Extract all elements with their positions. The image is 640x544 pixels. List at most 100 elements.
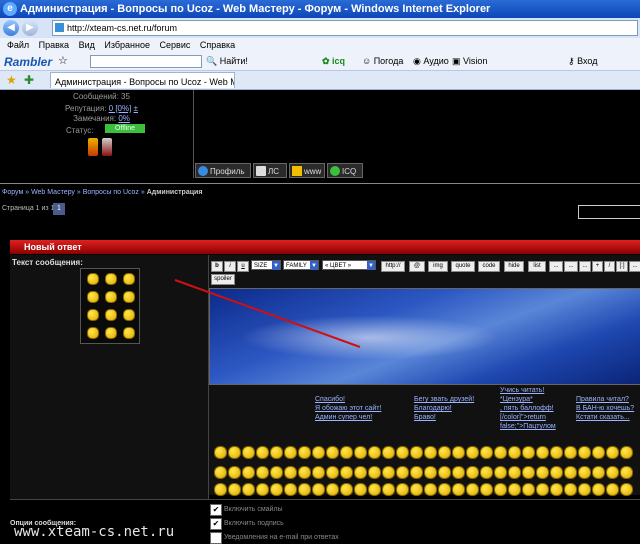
vision-button[interactable]: ▣ Vision: [452, 52, 487, 70]
emoticon-icon[interactable]: [410, 466, 423, 479]
smiley-icon[interactable]: [87, 327, 99, 339]
more-button[interactable]: ...: [629, 261, 640, 272]
phrase-link[interactable]: Админ супер чел!: [315, 413, 372, 422]
size-select[interactable]: SIZE: [251, 260, 281, 270]
emoticon-icon[interactable]: [354, 483, 367, 496]
smiley-icon[interactable]: [105, 291, 117, 303]
emoticon-icon[interactable]: [298, 466, 311, 479]
list-item-button[interactable]: ...: [549, 261, 563, 272]
emoticon-icon[interactable]: [214, 446, 227, 459]
emoticon-icon[interactable]: [606, 466, 619, 479]
color-select[interactable]: « ЦВЕТ »: [322, 260, 376, 270]
page-button[interactable]: 1: [53, 203, 65, 215]
smiley-icon[interactable]: [123, 291, 135, 303]
emoticon-icon[interactable]: [228, 446, 241, 459]
emoticon-icon[interactable]: [480, 483, 493, 496]
emoticon-icon[interactable]: [522, 483, 535, 496]
menu-view[interactable]: Вид: [79, 38, 95, 52]
phrase-link[interactable]: Я обожаю этот сайт!: [315, 404, 381, 413]
emoticon-icon[interactable]: [284, 483, 297, 496]
add-favorite-icon[interactable]: ✚: [24, 71, 34, 89]
smiley-icon[interactable]: [105, 273, 117, 285]
phrase-link[interactable]: Браво!: [414, 413, 436, 422]
login-button[interactable]: ⚷ Вход: [568, 52, 597, 70]
phrase-link[interactable]: Спасибо!: [315, 395, 345, 404]
emoticon-icon[interactable]: [340, 446, 353, 459]
emoticon-icon[interactable]: [522, 466, 535, 479]
emoticon-icon[interactable]: [326, 446, 339, 459]
img-button[interactable]: img: [428, 261, 448, 272]
crumb-ucoz[interactable]: Вопросы по Ucoz: [83, 189, 139, 196]
emoticon-icon[interactable]: [270, 446, 283, 459]
emoticon-icon[interactable]: [536, 483, 549, 496]
emoticon-icon[interactable]: [564, 483, 577, 496]
smiley-icon[interactable]: [87, 273, 99, 285]
search-button[interactable]: 🔍 Найти!: [206, 52, 248, 70]
enable-signature-checkbox[interactable]: ✔: [210, 518, 222, 530]
emoticon-icon[interactable]: [536, 466, 549, 479]
emoticon-icon[interactable]: [256, 466, 269, 479]
reputation-value[interactable]: 0 [0%]: [109, 104, 132, 113]
emoticon-icon[interactable]: [256, 483, 269, 496]
emoticon-icon[interactable]: [578, 483, 591, 496]
www-button[interactable]: www: [289, 163, 325, 178]
emoticon-icon[interactable]: [368, 446, 381, 459]
plus-button[interactable]: +: [592, 261, 603, 272]
emoticon-icon[interactable]: [424, 466, 437, 479]
emoticon-icon[interactable]: [284, 446, 297, 459]
emoticon-icon[interactable]: [564, 466, 577, 479]
emoticon-icon[interactable]: [382, 446, 395, 459]
emoticon-icon[interactable]: [256, 446, 269, 459]
code-button[interactable]: code: [478, 261, 500, 272]
slash-button[interactable]: /: [604, 261, 615, 272]
emoticon-icon[interactable]: [326, 483, 339, 496]
forward-icon[interactable]: ▶: [22, 20, 38, 36]
phrase-link[interactable]: Кстати сказать...: [576, 413, 630, 422]
bold-button[interactable]: b: [211, 261, 223, 272]
extra-button[interactable]: ...: [564, 261, 578, 272]
phrase-link[interactable]: Благодарю!: [414, 404, 452, 413]
emoticon-icon[interactable]: [438, 466, 451, 479]
quote-button[interactable]: quote: [451, 261, 475, 272]
phrase-link[interactable]: [/color]">return: [500, 413, 546, 422]
smile-code-button[interactable]: [:]: [616, 261, 628, 272]
url-button[interactable]: http://: [381, 261, 405, 272]
smiley-icon[interactable]: [87, 291, 99, 303]
emoticon-icon[interactable]: [368, 466, 381, 479]
emoticon-icon[interactable]: [396, 483, 409, 496]
icq-button[interactable]: ✿ icq: [322, 52, 345, 70]
crumb-forum[interactable]: Форум: [2, 189, 23, 196]
emoticon-icon[interactable]: [508, 446, 521, 459]
reputation-plus[interactable]: ±: [134, 104, 138, 113]
emoticon-icon[interactable]: [620, 483, 633, 496]
phrase-link[interactable]: false;">Пацтулом: [500, 422, 556, 431]
emoticon-icon[interactable]: [578, 446, 591, 459]
emoticon-icon[interactable]: [312, 466, 325, 479]
smiley-icon[interactable]: [123, 309, 135, 321]
audio-button[interactable]: ◉ Аудио: [413, 52, 449, 70]
emoticon-icon[interactable]: [592, 466, 605, 479]
phrase-link[interactable]: Бегу звать друзей!: [414, 395, 474, 404]
emoticon-icon[interactable]: [354, 446, 367, 459]
emoticon-icon[interactable]: [298, 446, 311, 459]
emoticon-icon[interactable]: [452, 466, 465, 479]
emoticon-icon[interactable]: [340, 466, 353, 479]
emoticon-icon[interactable]: [536, 446, 549, 459]
emoticon-icon[interactable]: [354, 466, 367, 479]
family-select[interactable]: FAMILY: [283, 260, 319, 270]
email-notify-checkbox[interactable]: [210, 532, 222, 544]
emoticon-icon[interactable]: [424, 483, 437, 496]
star-icon[interactable]: ☆: [58, 52, 68, 70]
emoticon-icon[interactable]: [214, 466, 227, 479]
rambler-logo[interactable]: Rambler: [4, 53, 52, 71]
emoticon-icon[interactable]: [438, 483, 451, 496]
favorites-star-icon[interactable]: ★: [6, 71, 17, 89]
emoticon-icon[interactable]: [270, 483, 283, 496]
emoticon-icon[interactable]: [382, 466, 395, 479]
spoiler-button[interactable]: spoiler: [211, 274, 235, 285]
emoticon-icon[interactable]: [242, 446, 255, 459]
emoticon-icon[interactable]: [368, 483, 381, 496]
emoticon-icon[interactable]: [298, 483, 311, 496]
emoticon-icon[interactable]: [312, 446, 325, 459]
crumb-web[interactable]: Web Мастеру: [31, 189, 75, 196]
